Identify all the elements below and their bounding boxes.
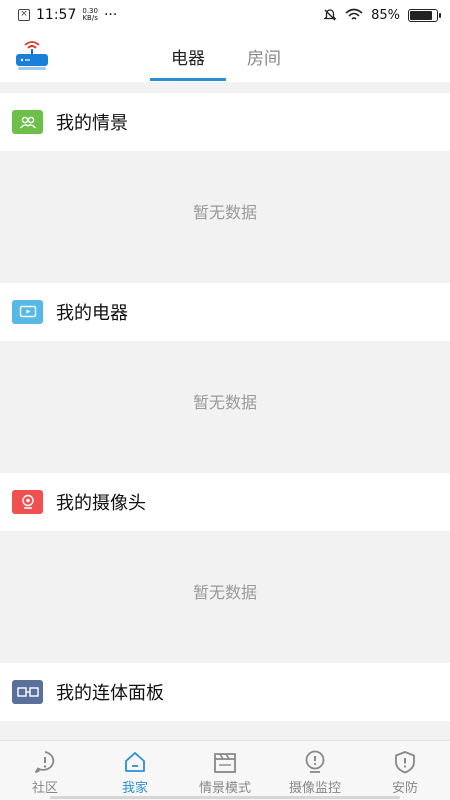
tab-appliances[interactable]: 电器 — [150, 30, 226, 82]
nav-security-label: 安防 — [391, 781, 418, 796]
section-cameras-header[interactable]: 我的摄像头 — [0, 473, 450, 531]
router-logo-icon[interactable] — [14, 40, 50, 72]
section-appliances-header[interactable]: 我的电器 — [0, 283, 450, 341]
section-cameras-title: 我的摄像头 — [56, 493, 146, 514]
section-scenes-title: 我的情景 — [56, 113, 128, 134]
camera-icon — [12, 490, 43, 514]
home-indicator — [50, 796, 400, 799]
status-left: × 11:57 0.30 KB/s ··· — [18, 7, 117, 23]
section-panels-title: 我的连体面板 — [56, 683, 164, 704]
section-panels-header[interactable]: 我的连体面板 — [0, 663, 450, 721]
home-icon — [125, 752, 145, 772]
status-bar: × 11:57 0.30 KB/s ··· 85% — [0, 0, 450, 30]
tab-bar: 电器 房间 — [150, 30, 302, 82]
speed-unit: KB/s — [82, 14, 98, 22]
tv-icon — [12, 300, 43, 324]
section-scenes-header[interactable]: 我的情景 — [0, 93, 450, 151]
nav-home-label: 我家 — [121, 781, 148, 796]
panel-icon — [12, 680, 43, 704]
battery-percent: 85% — [371, 7, 400, 23]
section-appliances-title: 我的电器 — [56, 303, 128, 324]
status-time: 11:57 — [36, 7, 77, 23]
section-scenes-empty: 暂无数据 — [0, 151, 450, 271]
notification-x-icon: × — [18, 9, 30, 21]
section-cameras: 我的摄像头 暂无数据 — [0, 473, 450, 651]
tab-rooms[interactable]: 房间 — [226, 30, 302, 82]
nav-scene-mode[interactable]: 情景模式 — [180, 741, 270, 800]
nav-community[interactable]: 社区 — [0, 741, 90, 800]
empty-text: 暂无数据 — [192, 583, 257, 602]
bottom-nav: 社区 我家 情景模式 摄像监控 安防 — [0, 740, 450, 800]
section-appliances: 我的电器 暂无数据 — [0, 283, 450, 461]
section-cameras-empty: 暂无数据 — [0, 531, 450, 651]
top-bar: 电器 房间 — [0, 30, 450, 82]
empty-text: 暂无数据 — [192, 393, 257, 412]
tab-appliances-label: 电器 — [171, 48, 205, 69]
monitor-icon — [305, 750, 325, 773]
community-icon — [35, 751, 55, 773]
more-dots: ··· — [103, 7, 118, 23]
nav-camera-monitor-label: 摄像监控 — [288, 781, 341, 796]
mute-bell-icon — [323, 9, 337, 21]
network-speed: 0.30 KB/s — [82, 8, 98, 22]
clapper-icon — [214, 753, 236, 773]
status-right: 85% — [323, 7, 441, 23]
main-content: 我的情景 暂无数据 我的电器 暂无数据 我的摄像头 暂无数据 我的连体面板 — [0, 82, 450, 740]
section-panels: 我的连体面板 — [0, 663, 450, 721]
nav-security[interactable]: 安防 — [360, 741, 450, 800]
people-icon — [12, 110, 43, 134]
nav-scene-mode-label: 情景模式 — [198, 781, 251, 796]
section-scenes: 我的情景 暂无数据 — [0, 93, 450, 271]
section-appliances-empty: 暂无数据 — [0, 341, 450, 461]
wifi-icon — [345, 8, 363, 20]
battery-icon — [408, 8, 441, 22]
tab-rooms-label: 房间 — [247, 48, 281, 69]
nav-home[interactable]: 我家 — [90, 741, 180, 800]
shield-icon — [395, 751, 415, 774]
nav-community-label: 社区 — [31, 781, 58, 796]
nav-camera-monitor[interactable]: 摄像监控 — [270, 741, 360, 800]
empty-text: 暂无数据 — [192, 203, 257, 222]
